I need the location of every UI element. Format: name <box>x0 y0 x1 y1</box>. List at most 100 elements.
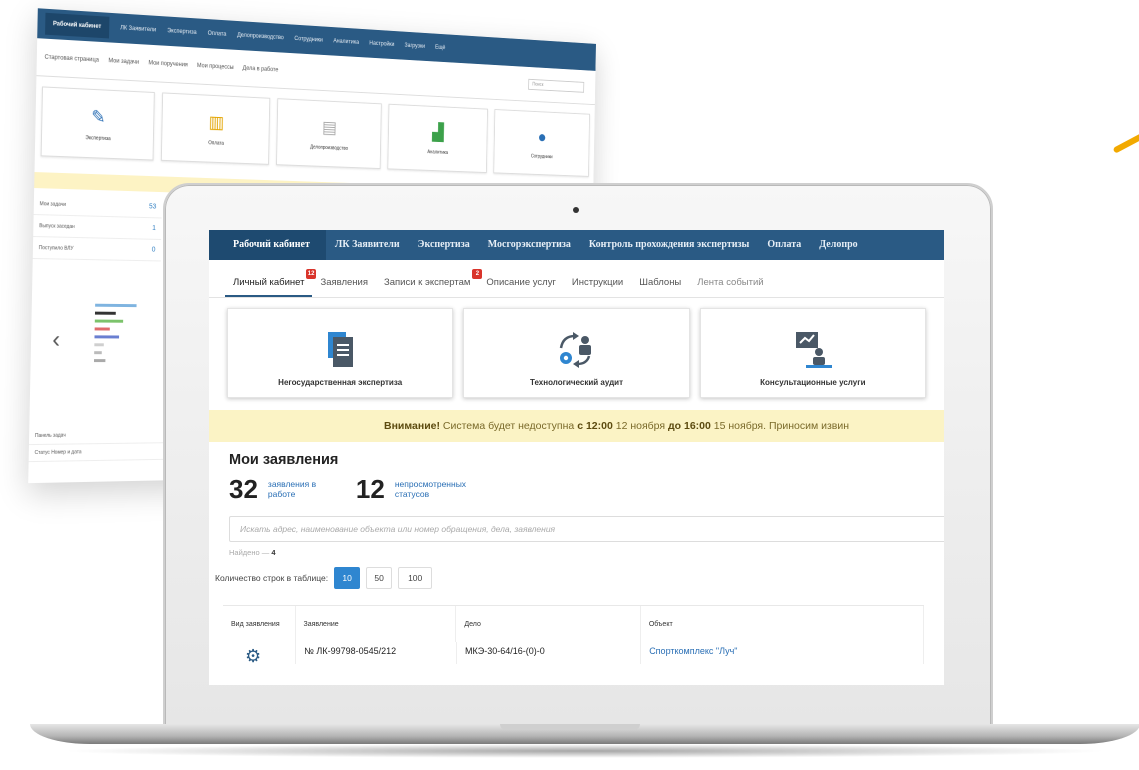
bg-subnav-item[interactable]: Мои процессы <box>197 63 234 71</box>
bg-nav-item[interactable]: Делопроизводство <box>237 33 284 42</box>
found-counter: Найдено — 4 <box>229 548 924 557</box>
bg-tile-label: Экспертиза <box>85 135 111 143</box>
camera-dot <box>573 207 579 213</box>
bg-nav-item[interactable]: Ещё <box>435 45 445 51</box>
bg-nav-item[interactable]: Загрузки <box>405 43 425 50</box>
rows-option-50[interactable]: 50 <box>366 567 393 589</box>
column-header[interactable]: Вид заявления <box>223 606 296 642</box>
bg-subnav-item[interactable]: Дела в работе <box>243 65 279 73</box>
maintenance-notice: Внимание! Система будет недоступна с 12:… <box>209 410 944 442</box>
bg-chart-bar <box>95 303 137 308</box>
bg-nav-item[interactable]: Экспертиза <box>167 28 197 36</box>
bg-side-counters: Мои задачи 53 Выпуск заседан 1 Поступило В… <box>32 193 162 262</box>
bg-search-input[interactable]: Поиск <box>528 78 585 93</box>
bg-tile-label: Аналитика <box>427 149 448 156</box>
service-tiles: Негосударственная экспертиза Технологиче… <box>209 298 944 398</box>
bg-counter-label: Выпуск заседан <box>39 222 75 230</box>
column-header[interactable]: Объект <box>641 606 925 642</box>
analytics-icon: ▟ <box>432 122 444 142</box>
bg-counter-row[interactable]: Поступило ВЛУ 0 <box>32 237 162 262</box>
column-header[interactable]: Дело <box>456 606 641 642</box>
notice-text: 12 ноября <box>612 420 668 432</box>
table-header-row: Вид заявления Заявление Дело Объект <box>223 606 925 642</box>
bg-tile[interactable]: ● Сотрудники <box>493 109 590 177</box>
search-input[interactable]: Искать адрес, наименование объекта или н… <box>229 516 944 542</box>
bg-tile[interactable]: ✎ Экспертиза <box>40 86 155 161</box>
bg-chart-bar <box>94 343 104 347</box>
bg-chart-bar <box>93 359 106 363</box>
tab-expert-appointments[interactable]: Записи к экспертам 2 <box>376 269 483 297</box>
audit-icon <box>560 332 592 368</box>
rows-option-10[interactable]: 10 <box>334 567 361 589</box>
column-header[interactable]: Заявление <box>296 606 457 642</box>
chevron-left-icon[interactable]: ‹ <box>52 326 60 354</box>
bg-tile-label: Оплата <box>208 140 224 147</box>
stat-in-progress-label[interactable]: заявления в работе <box>268 479 338 499</box>
bg-nav-item[interactable]: Сотрудники <box>294 36 323 43</box>
tab-label: Заявления <box>320 277 369 288</box>
tile-tech-audit[interactable]: Технологический аудит <box>463 308 690 398</box>
bg-nav-item[interactable]: Оплата <box>208 31 227 38</box>
tab-label: Шаблоны <box>639 277 682 288</box>
gear-icon: ⚙ <box>223 642 297 666</box>
bg-nav-item[interactable]: Аналитика <box>333 39 359 46</box>
table-row[interactable]: ⚙ № ЛК-99798-0545/212 МКЭ-30-64/16-(0)-0… <box>223 642 925 666</box>
found-label: Найдено — <box>229 548 270 557</box>
cell-application[interactable]: № ЛК-99798-0545/212 <box>296 642 457 664</box>
bg-tile-label: Сотрудники <box>530 153 553 161</box>
tab-templates[interactable]: Шаблоны <box>631 277 689 297</box>
notice-from-time: с 12:00 <box>577 420 613 432</box>
bg-nav-item[interactable]: Рабочий кабинет <box>45 12 110 39</box>
bg-tile[interactable]: ▤ Делопроизводство <box>276 98 382 170</box>
bg-nav-item[interactable]: ЛК Заявители <box>120 25 156 33</box>
bg-subnav-item[interactable]: Мои задачи <box>108 58 139 66</box>
nav-item-expertise[interactable]: Экспертиза <box>409 230 479 260</box>
stat-unread-count: 12 <box>355 474 385 504</box>
bg-tile[interactable]: ▥ Оплата <box>161 92 271 165</box>
my-applications: Мои заявления 32 заявления в работе 12 н… <box>209 442 944 666</box>
tab-personal-cabinet[interactable]: Личный кабинет 12 <box>225 269 317 297</box>
tab-event-feed[interactable]: Лента событий <box>689 277 771 297</box>
bg-subnav-item[interactable]: Мои поручения <box>148 60 188 68</box>
bg-nav-item[interactable]: Настройки <box>369 41 394 48</box>
bg-subnav-item[interactable]: Стартовая страница <box>45 54 99 63</box>
bg-counter-row[interactable]: Выпуск заседан 1 <box>33 215 162 240</box>
bg-tile-label: Делопроизводство <box>310 144 349 152</box>
nav-item-records[interactable]: Делопро <box>810 230 866 260</box>
bg-counter-label: Поступило ВЛУ <box>38 244 74 252</box>
applications-table: Вид заявления Заявление Дело Объект ⚙ № … <box>223 605 925 666</box>
bg-counter-value: 0 <box>151 246 156 254</box>
stat-unread-label[interactable]: непросмотренных статусов <box>395 479 485 499</box>
tile-consulting[interactable]: Консультационные услуги <box>699 308 926 398</box>
tab-label: Записи к экспертам <box>384 277 471 288</box>
top-nav: Рабочий кабинет ЛК Заявители Экспертиза … <box>209 230 944 260</box>
nav-item-mosgorexpertise[interactable]: Мосгорэкспертиза <box>479 230 580 260</box>
bg-chart-bar <box>94 335 120 339</box>
tab-applications[interactable]: Заявления <box>312 277 376 297</box>
consulting-icon <box>795 332 832 368</box>
tab-instructions[interactable]: Инструкции <box>564 277 631 297</box>
nav-item-payment[interactable]: Оплата <box>758 230 810 260</box>
notice-to-time: до 16:00 <box>668 420 711 432</box>
bg-counter-value: 53 <box>148 203 157 211</box>
tile-nonstate-expertise[interactable]: Негосударственная экспертиза <box>227 308 454 398</box>
cell-case[interactable]: МКЭ-30-64/16-(0)-0 <box>457 642 642 664</box>
bg-tile[interactable]: ▟ Аналитика <box>387 103 488 174</box>
tab-label: Личный кабинет <box>233 277 305 288</box>
decorative-stroke <box>1112 132 1139 154</box>
rows-option-100[interactable]: 100 <box>398 567 433 589</box>
bg-chart-bar <box>94 351 102 355</box>
rows-per-page: Количество строк в таблице: 10 50 100 <box>209 567 924 589</box>
tab-service-description[interactable]: Описание услуг <box>478 277 564 297</box>
nav-item-workspace[interactable]: Рабочий кабинет <box>209 230 326 260</box>
nav-item-control[interactable]: Контроль прохождения экспертизы <box>580 230 758 260</box>
tile-label: Технологический аудит <box>529 378 623 387</box>
found-count: 4 <box>271 548 276 557</box>
notice-prefix: Внимание! <box>384 420 440 432</box>
expertise-icon: ✎ <box>91 106 106 128</box>
cell-object[interactable]: Спорткомплекс "Луч" <box>641 642 925 664</box>
bg-chart-bar <box>94 327 110 331</box>
tab-label: Лента событий <box>697 277 764 288</box>
notice-text: Система будет недоступна <box>439 420 578 432</box>
nav-item-applicants[interactable]: ЛК Заявители <box>326 230 409 260</box>
